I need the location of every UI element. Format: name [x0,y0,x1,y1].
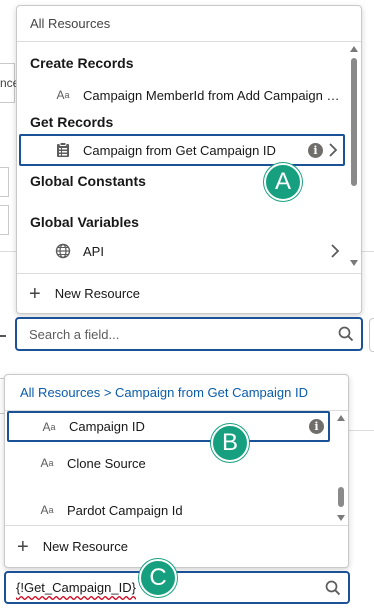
text-variable-icon: Aa [56,88,70,102]
field-item-pardot-campaign-id[interactable]: Aa Pardot Campaign Id [7,494,330,526]
resource-input-field[interactable]: {!Get_Campaign_ID} [4,571,350,604]
callout-badge-a: A [264,163,302,201]
info-icon[interactable]: i [309,419,324,434]
record-list-icon [53,140,73,160]
scrollbar[interactable] [347,42,361,272]
resource-item-campaign-from-get-campaign-id[interactable]: Campaign from Get Campaign ID i [19,134,345,166]
chevron-right-icon[interactable] [323,140,343,160]
background-field-fragment [0,205,9,235]
scrollbar-thumb[interactable] [338,487,344,507]
field-picker-panel: All Resources > Campaign from Get Campai… [4,374,349,568]
background-field-fragment [369,318,374,352]
background-divider [0,251,16,252]
field-item-clone-source[interactable]: Aa Clone Source [7,447,330,479]
field-list: Aa Campaign ID i Aa Clone Source Aa Pard… [5,411,348,527]
panel-header: All Resources [17,6,361,42]
new-resource-button[interactable]: + New Resource [17,273,361,313]
background-divider [349,430,374,431]
scroll-down-arrow[interactable] [337,515,345,521]
resource-item-campaign-memberid[interactable]: Aa Campaign MemberId from Add Campaign M… [19,79,345,111]
scroll-down-arrow[interactable] [350,260,358,266]
field-item-label: Campaign ID [69,419,145,434]
group-label-get-records: Get Records [30,114,114,130]
plus-icon: + [29,282,41,305]
scrollbar-thumb[interactable] [351,58,357,186]
globe-icon [53,241,73,261]
resource-item-label: Campaign from Get Campaign ID [83,142,276,158]
new-resource-button[interactable]: + New Resource [5,525,348,567]
group-label-global-constants: Global Constants [30,173,146,189]
background-field-fragment [0,167,9,197]
scroll-up-arrow[interactable] [337,415,345,421]
resource-item-label: Campaign MemberId from Add Campaign Me..… [83,87,345,103]
search-input[interactable] [17,325,331,343]
callout-badge-c: C [139,559,177,597]
plus-icon: + [17,535,29,558]
scroll-up-arrow[interactable] [350,46,358,52]
search-icon[interactable] [318,580,348,596]
resource-picker-panel: All Resources Create Records Aa Campaign… [16,5,362,314]
scrollbar[interactable] [334,411,348,527]
chevron-right-icon[interactable] [325,241,345,261]
resource-list: Create Records Aa Campaign MemberId from… [17,42,361,272]
callout-badge-b: B [211,424,249,462]
resource-item-label: API [83,243,104,259]
field-item-label: Pardot Campaign Id [67,502,183,518]
new-resource-label: New Resource [42,539,128,554]
breadcrumb: All Resources > Campaign from Get Campai… [5,375,348,411]
info-icon[interactable]: i [308,142,323,158]
background-divider [0,335,6,337]
breadcrumb-root-link[interactable]: All Resources [20,385,100,400]
field-item-campaign-id[interactable]: Aa Campaign ID i [7,411,330,442]
search-field[interactable] [15,317,363,351]
text-variable-icon: Aa [42,419,56,434]
search-icon[interactable] [331,326,361,342]
field-item-label: Clone Source [67,455,146,471]
group-label-create-records: Create Records [30,55,134,71]
group-label-global-variables: Global Variables [30,214,139,230]
background-divider [362,251,374,252]
resource-item-api[interactable]: API [19,235,345,267]
text-variable-icon: Aa [40,456,54,470]
breadcrumb-current: Campaign from Get Campaign ID [115,385,308,400]
new-resource-label: New Resource [54,286,140,301]
breadcrumb-separator: > [103,385,112,400]
text-variable-icon: Aa [40,503,54,517]
